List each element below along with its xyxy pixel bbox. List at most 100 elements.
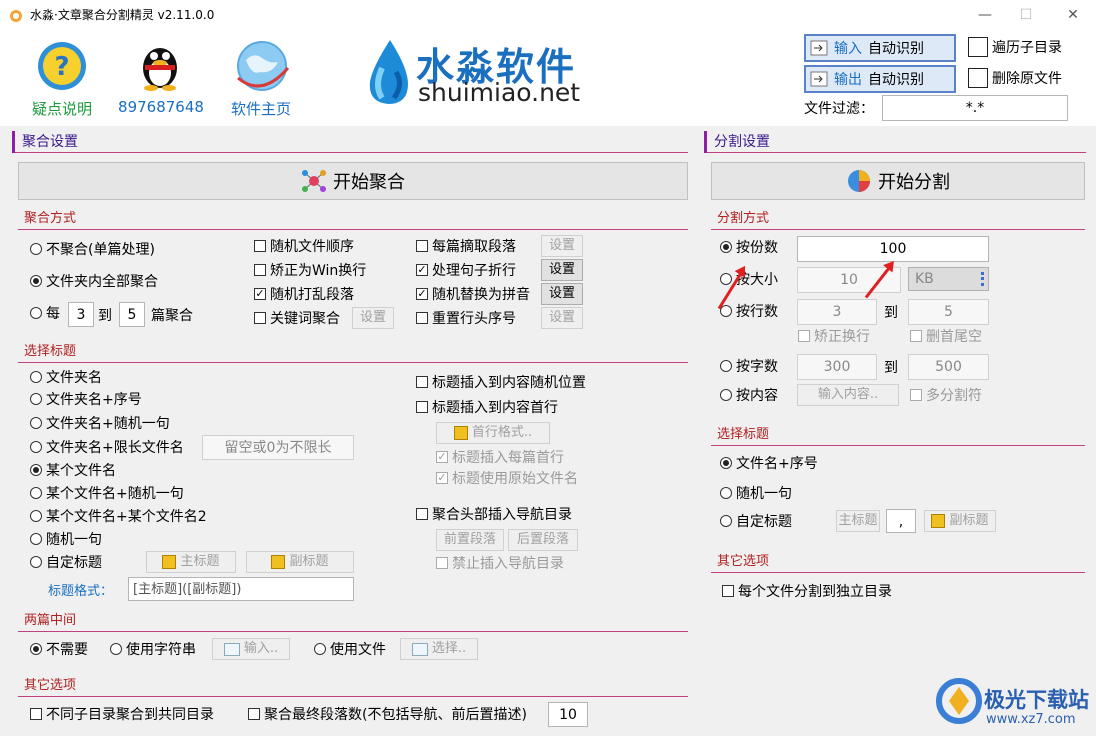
insert-nav-directory[interactable]: 聚合头部插入导航目录 (416, 504, 572, 524)
start-merge-button[interactable]: 开始聚合 (18, 162, 688, 200)
chars-to-input[interactable]: 500 (908, 354, 989, 380)
checkbox-box[interactable] (416, 508, 428, 520)
forbid-nav[interactable]: 禁止插入导航目录 (436, 553, 564, 573)
checkbox-box[interactable] (416, 288, 428, 300)
radio-button[interactable] (30, 556, 42, 568)
merge-common-dir[interactable]: 不同子目录聚合到共同目录 (30, 704, 214, 724)
sub-title-button[interactable]: 副标题 (246, 551, 354, 573)
checkbox-box[interactable] (416, 264, 428, 276)
checkbox-box[interactable] (416, 401, 428, 413)
wrap-settings-button[interactable]: 设置 (541, 259, 583, 281)
opt-win-newline[interactable]: 矫正为Win换行 (254, 260, 366, 280)
close-button[interactable]: ✕ (1058, 4, 1088, 26)
final-para-count-option[interactable]: 聚合最终段落数(不包括导航、前后置描述) (248, 704, 527, 724)
maximize-button[interactable]: ☐ (1011, 4, 1041, 26)
radio-button[interactable] (720, 241, 732, 253)
checkbox-box[interactable] (722, 585, 734, 597)
checkbox-box[interactable] (436, 557, 448, 569)
final-para-count-input[interactable]: 10 (548, 702, 588, 727)
checkbox-box[interactable] (254, 240, 266, 252)
opt-pinyin-replace[interactable]: 随机替换为拼音 (416, 284, 530, 304)
minimize-button[interactable]: — (970, 4, 1000, 26)
globe-icon[interactable] (232, 38, 292, 94)
fix-newline[interactable]: 矫正换行 (798, 326, 870, 346)
checkbox-box[interactable] (416, 312, 428, 324)
radio-button[interactable] (30, 441, 42, 453)
reset-settings-button[interactable]: 设置 (541, 307, 583, 329)
checkbox-box[interactable] (254, 264, 266, 276)
split-by-parts[interactable]: 按份数 (720, 237, 778, 257)
lines-to-input[interactable]: 5 (908, 299, 989, 325)
split-title-custom[interactable]: 自定标题 (720, 511, 792, 531)
radio-button[interactable] (30, 307, 42, 319)
extract-settings-button[interactable]: 设置 (541, 235, 583, 257)
split-by-lines[interactable]: 按行数 (720, 301, 778, 321)
trim-blank[interactable]: 删首尾空 (910, 326, 982, 346)
chars-from-input[interactable]: 300 (797, 354, 877, 380)
between-file[interactable]: 使用文件 (314, 639, 386, 659)
radio-button[interactable] (30, 533, 42, 545)
checkbox-box[interactable] (798, 330, 810, 342)
opt-sentence-wrap[interactable]: 处理句子折行 (416, 260, 516, 280)
title-custom[interactable]: 自定标题 (30, 552, 102, 572)
pinyin-settings-button[interactable]: 设置 (541, 283, 583, 305)
checkbox-box[interactable] (248, 708, 260, 720)
opt-reset-line-numbers[interactable]: 重置行头序号 (416, 308, 516, 328)
every-from-input[interactable]: 3 (68, 302, 94, 327)
split-title-filename-seq[interactable]: 文件名+序号 (720, 453, 818, 473)
checkbox-box[interactable] (436, 451, 448, 463)
radio-button[interactable] (30, 487, 42, 499)
split-main-title-button[interactable]: 主标题 (836, 510, 880, 532)
between-none[interactable]: 不需要 (30, 639, 88, 659)
radio-button[interactable] (30, 243, 42, 255)
checkbox-box[interactable] (30, 708, 42, 720)
radio-button[interactable] (30, 464, 42, 476)
traverse-subdirs-checkbox[interactable]: 遍历子目录 (968, 36, 1062, 58)
radio-button[interactable] (720, 273, 732, 285)
checkbox-box[interactable] (254, 288, 266, 300)
homepage-label[interactable]: 软件主页 (222, 98, 300, 119)
title-folder-name[interactable]: 文件夹名 (30, 367, 102, 387)
radio-button[interactable] (30, 393, 42, 405)
every-to-input[interactable]: 5 (119, 302, 145, 327)
prefix-paragraph-button[interactable]: 前置段落 (436, 529, 504, 551)
title-folder-limited[interactable]: 文件夹名+限长文件名 (30, 437, 184, 457)
merge-mode-all[interactable]: 文件夹内全部聚合 (30, 271, 158, 291)
between-choose-button[interactable]: 选择.. (400, 638, 478, 660)
merge-mode-every[interactable]: 每 (30, 303, 60, 323)
split-by-chars[interactable]: 按字数 (720, 356, 778, 376)
between-string[interactable]: 使用字符串 (110, 639, 196, 659)
size-unit-select[interactable]: KB (908, 267, 989, 291)
first-line-format-button[interactable]: 首行格式.. (436, 422, 550, 444)
split-title-random[interactable]: 随机一句 (720, 483, 792, 503)
qq-icon[interactable] (137, 38, 183, 92)
title-folder-random[interactable]: 文件夹名+随机一句 (30, 413, 170, 433)
title-some-file-random[interactable]: 某个文件名+随机一句 (30, 483, 184, 503)
start-split-button[interactable]: 开始分割 (711, 162, 1085, 200)
radio-button[interactable] (720, 487, 732, 499)
insert-first-line[interactable]: 标题插入到内容首行 (416, 397, 558, 417)
split-sub-title-button[interactable]: 副标题 (924, 510, 996, 532)
use-original-name[interactable]: 标题使用原始文件名 (436, 468, 578, 488)
checkbox-box[interactable] (436, 472, 448, 484)
split-independent-dir[interactable]: 每个文件分割到独立目录 (722, 581, 892, 601)
radio-button[interactable] (720, 515, 732, 527)
opt-extract-paragraphs[interactable]: 每篇摘取段落 (416, 236, 516, 256)
main-title-button[interactable]: 主标题 (146, 551, 236, 573)
radio-button[interactable] (30, 371, 42, 383)
suffix-paragraph-button[interactable]: 后置段落 (508, 529, 578, 551)
radio-button[interactable] (720, 389, 732, 401)
content-input-button[interactable]: 输入内容.. (797, 384, 899, 406)
title-some-file-file2[interactable]: 某个文件名+某个文件名2 (30, 506, 207, 526)
opt-shuffle-paragraphs[interactable]: 随机打乱段落 (254, 284, 354, 304)
split-separator-input[interactable]: , (886, 509, 916, 533)
radio-button[interactable] (314, 643, 326, 655)
radio-button[interactable] (30, 510, 42, 522)
output-auto-detect-button[interactable]: 输出 自动识别 (804, 65, 956, 93)
lines-from-input[interactable]: 3 (797, 299, 877, 325)
keyword-settings-button[interactable]: 设置 (352, 307, 394, 329)
parts-input[interactable]: 100 (797, 236, 989, 262)
merge-mode-none[interactable]: 不聚合(单篇处理) (30, 239, 155, 259)
split-by-size[interactable]: 按大小 (720, 269, 778, 289)
checkbox-box[interactable] (254, 312, 266, 324)
